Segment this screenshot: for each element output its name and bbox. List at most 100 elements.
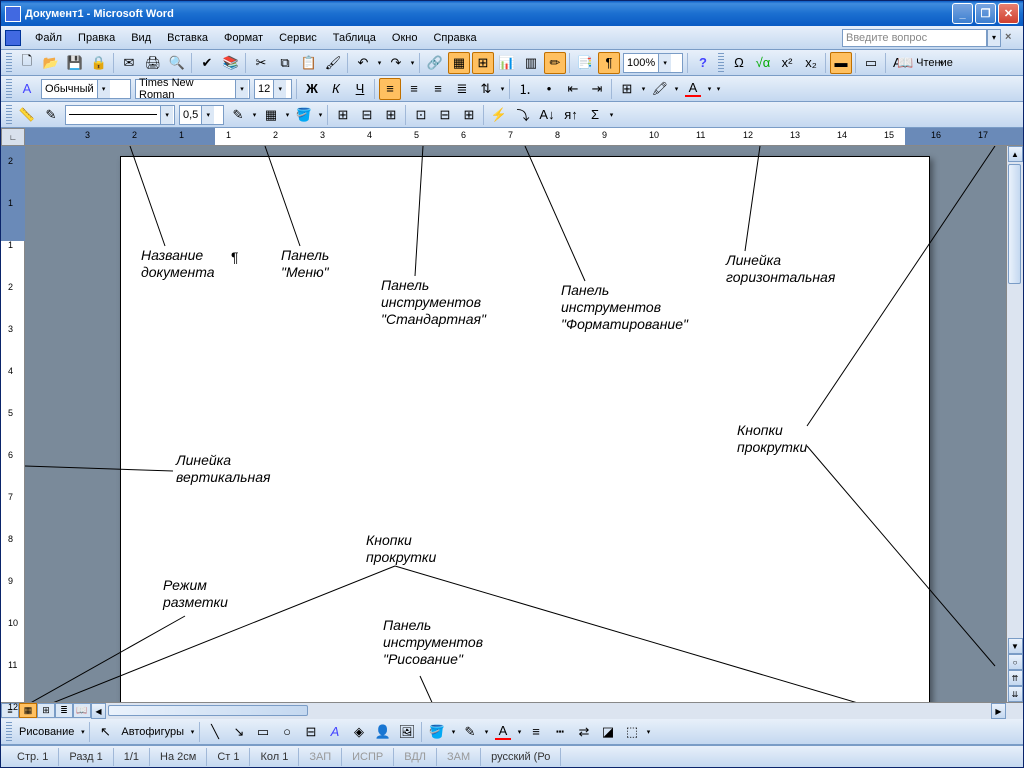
toolbar-grip-5[interactable] xyxy=(6,722,12,742)
page-viewport[interactable]: ¶ Название документа Панель "Меню" Панел… xyxy=(25,146,1006,702)
scroll-down-button[interactable]: ▼ xyxy=(1008,638,1023,654)
shading-dd[interactable]: ▾ xyxy=(316,111,325,119)
line-style-button[interactable]: ≡ xyxy=(525,721,547,743)
ruler-toggle-button[interactable]: 📏 xyxy=(16,104,38,126)
menu-edit[interactable]: Правка xyxy=(70,30,123,46)
menu-help[interactable]: Справка xyxy=(425,30,484,46)
linestyle-dd[interactable]: ▾ xyxy=(160,106,173,124)
outline-view-button[interactable]: ≣ xyxy=(55,703,73,718)
scroll-left-button[interactable]: ◀ xyxy=(91,703,106,719)
outdent-button[interactable]: ⇤ xyxy=(562,78,584,100)
doc-close-icon[interactable]: × xyxy=(1005,31,1019,45)
shading-button[interactable]: 🪣 xyxy=(293,104,315,126)
next-page-button[interactable]: ⇊ xyxy=(1008,686,1023,702)
ask-question-input[interactable]: Введите вопрос xyxy=(842,29,987,47)
format-painter-button[interactable]: 🖌 xyxy=(322,52,344,74)
line-color-dd[interactable]: ▾ xyxy=(482,728,491,736)
align-left-button[interactable]: ≡ xyxy=(379,78,401,100)
italic-button[interactable]: К xyxy=(325,78,347,100)
diagram-button[interactable]: ◈ xyxy=(348,721,370,743)
print-button[interactable]: 🖨 xyxy=(142,52,164,74)
drawing-options-dd[interactable]: ▾ xyxy=(644,728,653,736)
redo-button[interactable]: ↷ xyxy=(385,52,407,74)
horizontal-scrollbar[interactable]: ◀ ▶ xyxy=(91,703,1006,719)
picture-button[interactable]: 🖼 xyxy=(396,721,418,743)
open-button[interactable]: 📂 xyxy=(40,52,62,74)
drawing-menu[interactable]: Рисование xyxy=(15,726,78,738)
line-color-button[interactable]: ✎ xyxy=(459,721,481,743)
linespacing-button[interactable]: ⇅ xyxy=(475,78,497,100)
lineweight-combo[interactable]: 0,5▾ xyxy=(179,105,224,125)
bullet-list-button[interactable]: • xyxy=(538,78,560,100)
horizontal-ruler[interactable]: ∟ 3211234567891011121314151617 xyxy=(1,128,1023,146)
distribute-cols-button[interactable]: ⊞ xyxy=(458,104,480,126)
extra-options-dd[interactable]: ▾ xyxy=(607,111,616,119)
toolbar-grip[interactable] xyxy=(6,53,12,73)
underline-button[interactable]: Ч xyxy=(349,78,371,100)
size-dd[interactable]: ▾ xyxy=(273,80,286,98)
toolbar-grip-2[interactable] xyxy=(718,53,724,73)
distribute-rows-button[interactable]: ⊟ xyxy=(434,104,456,126)
highlighter-dd[interactable]: ▾ xyxy=(672,85,681,93)
menu-file[interactable]: Файл xyxy=(27,30,70,46)
font-color2-button[interactable]: A xyxy=(492,721,514,743)
document-page[interactable]: ¶ Название документа Панель "Меню" Панел… xyxy=(120,156,930,702)
select-object-button[interactable]: ↖ xyxy=(94,721,116,743)
copy-button[interactable]: ⧉ xyxy=(274,52,296,74)
font-color-button[interactable]: A xyxy=(682,78,704,100)
oval-button[interactable]: ○ xyxy=(276,721,298,743)
borders-dd[interactable]: ▾ xyxy=(639,85,648,93)
scroll-right-button[interactable]: ▶ xyxy=(991,703,1006,719)
zoom-dropdown[interactable]: ▾ xyxy=(658,54,671,72)
size-combo[interactable]: 12▾ xyxy=(254,79,292,99)
browse-select-button[interactable]: ○ xyxy=(1008,654,1023,670)
ruler-corner[interactable]: ∟ xyxy=(1,128,25,146)
highlight-btn[interactable]: ▬ xyxy=(830,52,852,74)
ask-dropdown[interactable]: ▾ xyxy=(987,29,1001,47)
preview-button[interactable]: 🔍 xyxy=(166,52,188,74)
font-dd[interactable]: ▾ xyxy=(235,80,248,98)
paste-button[interactable]: 📋 xyxy=(298,52,320,74)
autoshapes-dd[interactable]: ▾ xyxy=(188,728,197,736)
save-button[interactable]: 💾 xyxy=(64,52,86,74)
pen-button[interactable]: ✎ xyxy=(40,104,62,126)
status-ext[interactable]: ВДЛ xyxy=(394,748,437,766)
omega-button[interactable]: Ω xyxy=(728,52,750,74)
status-trk[interactable]: ИСПР xyxy=(342,748,394,766)
arrow-style-button[interactable]: ⇄ xyxy=(573,721,595,743)
bold-button[interactable]: Ж xyxy=(301,78,323,100)
sort-desc-button[interactable]: я↑ xyxy=(560,104,582,126)
dash-style-button[interactable]: ┅ xyxy=(549,721,571,743)
columns-button[interactable]: ▥ xyxy=(520,52,542,74)
tables-borders-button[interactable]: ▦ xyxy=(448,52,470,74)
subscript-button[interactable]: x₂ xyxy=(800,52,822,74)
show-marks-button[interactable]: ¶ xyxy=(598,52,620,74)
clipart-button[interactable]: 👤 xyxy=(372,721,394,743)
numbered-list-button[interactable]: ⒈ xyxy=(514,78,536,100)
toolbar-grip-3[interactable] xyxy=(6,79,12,99)
web-view-button[interactable]: ⊞ xyxy=(37,703,55,718)
frame-button[interactable]: ▭ xyxy=(860,52,882,74)
align-center-button[interactable]: ≡ xyxy=(403,78,425,100)
highlighter-button[interactable]: 🖍 xyxy=(649,78,671,100)
menu-table[interactable]: Таблица xyxy=(325,30,384,46)
merge-button[interactable]: ⊟ xyxy=(356,104,378,126)
undo-dropdown[interactable]: ▾ xyxy=(375,59,384,67)
redo-dropdown[interactable]: ▾ xyxy=(408,59,417,67)
new-button[interactable]: 🗋 xyxy=(16,52,38,74)
style-dd[interactable]: ▾ xyxy=(97,80,110,98)
toolbar-options-dropdown[interactable]: ▾ xyxy=(937,59,946,67)
cut-button[interactable]: ✂ xyxy=(250,52,272,74)
menu-tools[interactable]: Сервис xyxy=(271,30,325,46)
font-color-dd[interactable]: ▾ xyxy=(705,85,714,93)
3d-button[interactable]: ⬚ xyxy=(621,721,643,743)
drawing-toggle-button[interactable]: ✏ xyxy=(544,52,566,74)
styles-button[interactable]: A xyxy=(16,78,38,100)
undo-button[interactable]: ↶ xyxy=(352,52,374,74)
insert-table2-button[interactable]: ⊞ xyxy=(332,104,354,126)
border-color-button[interactable]: ▦ xyxy=(260,104,282,126)
scroll-up-button[interactable]: ▲ xyxy=(1008,146,1023,162)
zoom-combo[interactable]: 100%▾ xyxy=(623,53,683,73)
autosum-button[interactable]: Σ xyxy=(584,104,606,126)
reading-view-button[interactable]: 📖 xyxy=(73,703,91,718)
